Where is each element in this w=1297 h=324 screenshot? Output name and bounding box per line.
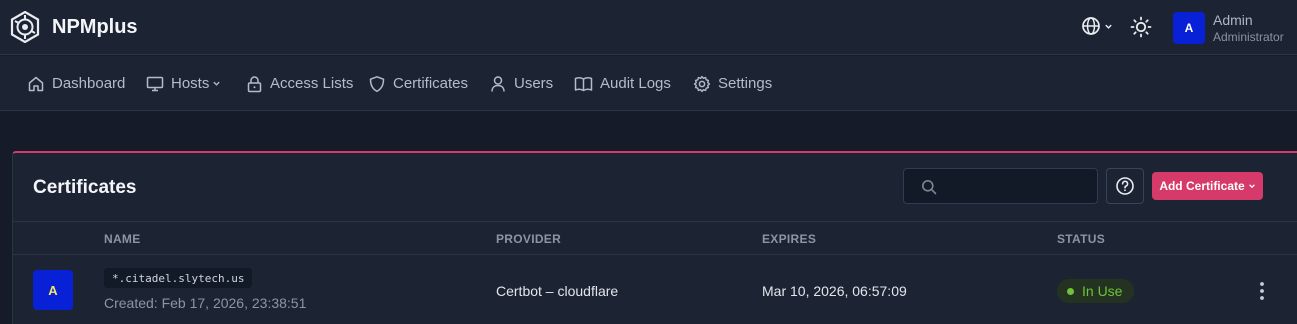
nav-item-audit-logs[interactable]: Audit Logs bbox=[574, 56, 671, 111]
nav-item-users[interactable]: Users bbox=[489, 56, 553, 111]
nav-label: Hosts bbox=[171, 75, 210, 92]
user-icon bbox=[491, 75, 505, 92]
column-header-provider[interactable]: Provider bbox=[496, 232, 561, 246]
provider-cell: Certbot – cloudflare bbox=[496, 283, 619, 299]
column-header-expires[interactable]: Expires bbox=[762, 232, 816, 246]
help-icon bbox=[1116, 177, 1134, 195]
nav-item-settings[interactable]: Settings bbox=[693, 56, 772, 111]
globe-icon bbox=[1082, 17, 1100, 35]
chevron-down-icon bbox=[1248, 184, 1255, 189]
nav-label: Audit Logs bbox=[600, 75, 671, 92]
nav-item-certificates[interactable]: Certificates bbox=[368, 56, 468, 111]
user-avatar[interactable]: A bbox=[1173, 12, 1205, 44]
more-vertical-icon bbox=[1260, 282, 1264, 300]
main-nav: Dashboard Hosts Access Lists Certificate… bbox=[0, 56, 1297, 111]
nav-label: Settings bbox=[718, 75, 773, 92]
nav-label: Certificates bbox=[393, 75, 469, 92]
help-button[interactable] bbox=[1106, 168, 1144, 204]
certificates-card: Certificates Add Certificate Name Provid… bbox=[12, 151, 1297, 324]
sun-icon bbox=[1130, 16, 1152, 38]
monitor-icon bbox=[146, 76, 164, 91]
nav-label: Access Lists bbox=[270, 75, 354, 92]
nav-item-access-lists[interactable]: Access Lists bbox=[246, 56, 353, 111]
status-dot-icon bbox=[1067, 287, 1074, 295]
gear-icon bbox=[693, 75, 711, 92]
divider bbox=[13, 254, 1297, 255]
status-badge: In Use bbox=[1057, 279, 1135, 303]
chevron-down-icon bbox=[1105, 24, 1112, 29]
nav-item-dashboard[interactable]: Dashboard bbox=[27, 56, 125, 111]
add-certificate-button[interactable]: Add Certificate bbox=[1152, 172, 1263, 200]
owner-avatar: A bbox=[33, 270, 73, 310]
search-icon bbox=[922, 180, 937, 195]
logo-icon bbox=[10, 11, 40, 43]
column-header-name[interactable]: Name bbox=[104, 232, 141, 246]
book-icon bbox=[574, 76, 593, 91]
expires-cell: Mar 10, 2026, 06:57:09 bbox=[762, 283, 907, 299]
domain-tag: *.citadel.slytech.us bbox=[104, 268, 253, 288]
lock-icon bbox=[247, 75, 262, 92]
status-label: In Use bbox=[1082, 283, 1123, 299]
page-title: Certificates bbox=[33, 177, 137, 198]
language-selector[interactable] bbox=[1081, 16, 1113, 36]
shield-icon bbox=[369, 75, 385, 92]
user-name[interactable]: Admin bbox=[1213, 12, 1253, 28]
nav-label: Users bbox=[514, 75, 554, 92]
add-certificate-label: Add Certificate bbox=[1159, 179, 1245, 193]
user-role: Administrator bbox=[1213, 30, 1284, 44]
row-actions-button[interactable] bbox=[1258, 280, 1266, 307]
search-input[interactable] bbox=[942, 169, 1092, 203]
column-header-status[interactable]: Status bbox=[1057, 232, 1105, 246]
created-date: Created: Feb 17, 2026, 23:38:51 bbox=[104, 295, 307, 311]
theme-toggle[interactable] bbox=[1130, 16, 1152, 43]
app-name: NPMplus bbox=[52, 15, 138, 38]
divider bbox=[13, 221, 1297, 222]
top-bar: NPMplus A Admin Administrator bbox=[0, 0, 1297, 55]
home-icon bbox=[28, 76, 44, 91]
nav-label: Dashboard bbox=[52, 75, 126, 92]
brand[interactable]: NPMplus bbox=[10, 11, 138, 43]
search-field[interactable] bbox=[903, 168, 1098, 204]
chevron-down-icon bbox=[213, 81, 221, 86]
nav-item-hosts[interactable]: Hosts bbox=[146, 56, 221, 111]
